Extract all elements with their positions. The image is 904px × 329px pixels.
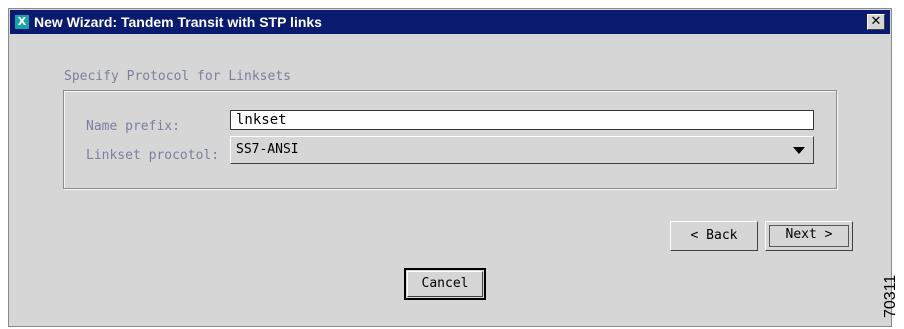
name-prefix-label: Name prefix:	[86, 119, 180, 134]
back-button[interactable]: < Back	[670, 221, 758, 251]
x-window-icon: X	[15, 15, 29, 29]
chevron-down-icon[interactable]	[793, 147, 805, 154]
section-title: Specify Protocol for Linksets	[64, 69, 291, 84]
name-prefix-input[interactable]	[230, 110, 814, 130]
close-button[interactable]: ✕	[867, 14, 885, 30]
window-title: New Wizard: Tandem Transit with STP link…	[34, 14, 322, 30]
linkset-protocol-select[interactable]: SS7-ANSI	[230, 136, 814, 164]
title-bar[interactable]: X New Wizard: Tandem Transit with STP li…	[10, 10, 890, 34]
next-button[interactable]: Next >	[765, 221, 853, 251]
close-icon: ✕	[870, 14, 882, 29]
figure-id-label: 70311	[882, 274, 899, 318]
linkset-protocol-label: Linkset procotol:	[86, 148, 220, 163]
focus-indicator	[769, 225, 849, 247]
cancel-button[interactable]: Cancel	[404, 268, 486, 300]
linkset-protocol-value: SS7-ANSI	[236, 142, 299, 157]
cancel-button-label: Cancel	[407, 271, 483, 297]
